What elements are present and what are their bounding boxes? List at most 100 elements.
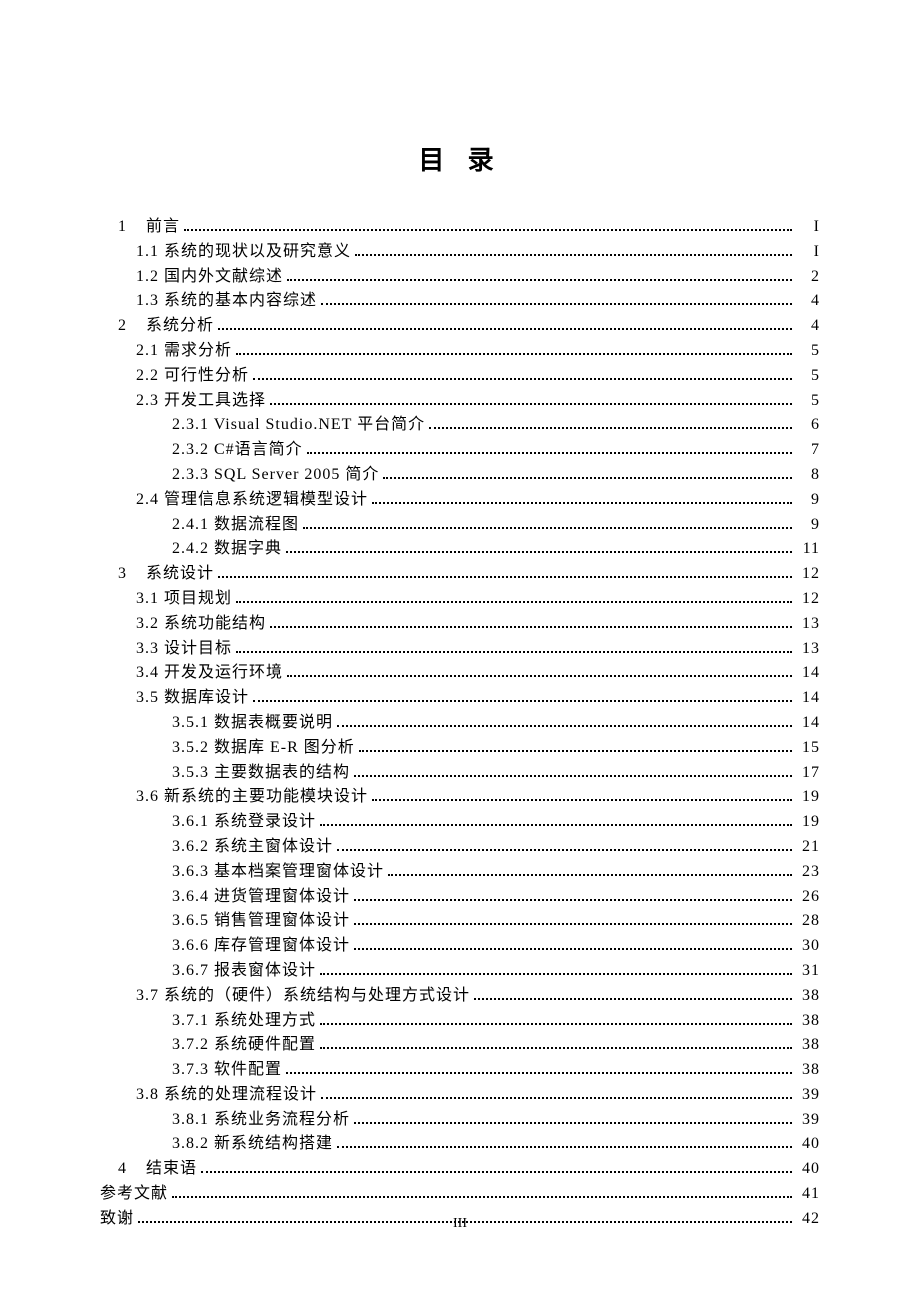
toc-leader-dots xyxy=(236,644,792,653)
toc-entry-number: 2 xyxy=(118,314,146,339)
toc-leader-dots xyxy=(383,470,792,479)
toc-entry: 3.6.3 基本档案管理窗体设计 23 xyxy=(100,860,820,885)
toc-entry-number: 3 xyxy=(118,562,146,587)
toc-entry-label: 系统设计 xyxy=(146,562,214,587)
toc-entry: 3.1 项目规划12 xyxy=(100,587,820,612)
toc-entry-page: 5 xyxy=(796,339,820,364)
toc-leader-dots xyxy=(320,1041,792,1050)
toc-entry: 参考文献41 xyxy=(100,1182,820,1207)
toc-entry: 2.1 需求分析5 xyxy=(100,339,820,364)
toc-entry: 3.8.2 新系统结构搭建 40 xyxy=(100,1132,820,1157)
toc-leader-dots xyxy=(320,966,792,975)
toc-entry-page: 14 xyxy=(796,711,820,736)
toc-entry: 2.3 开发工具选择 5 xyxy=(100,389,820,414)
toc-entry: 3.7.3 软件配置38 xyxy=(100,1058,820,1083)
toc-entry-page: 17 xyxy=(796,761,820,786)
toc-entry-number: 4 xyxy=(118,1157,146,1182)
toc-entry: 1前言 I xyxy=(100,215,820,240)
toc-leader-dots xyxy=(337,1140,792,1149)
toc-entry-page: 12 xyxy=(796,587,820,612)
toc-entry-label: 2.3.2 C#语言简介 xyxy=(172,438,303,463)
toc-entry: 3.6.1 系统登录设计19 xyxy=(100,810,820,835)
toc-entry-page: 13 xyxy=(796,637,820,662)
toc-entry-page: 5 xyxy=(796,389,820,414)
toc-entry-page: 4 xyxy=(796,289,820,314)
toc-entry-label: 3.7 系统的（硬件）系统结构与处理方式设计 xyxy=(136,984,470,1009)
toc-entry-label: 3.4 开发及运行环境 xyxy=(136,661,283,686)
toc-leader-dots xyxy=(355,247,792,256)
toc-entry-label: 2.3.1 Visual Studio.NET 平台简介 xyxy=(172,413,425,438)
toc-entry-label: 2.2 可行性分析 xyxy=(136,364,249,389)
toc-leader-dots xyxy=(354,892,792,901)
toc-leader-dots xyxy=(172,1189,792,1198)
toc-entry-page: 13 xyxy=(796,612,820,637)
toc-leader-dots xyxy=(321,297,792,306)
toc-entry-label: 2.3 开发工具选择 xyxy=(136,389,266,414)
toc-entry-page: I xyxy=(796,215,820,240)
toc-entry: 3.6.6 库存管理窗体设计 30 xyxy=(100,934,820,959)
toc-leader-dots xyxy=(372,793,792,802)
toc-leader-dots xyxy=(253,693,792,702)
toc-entry-label: 3.8.2 新系统结构搭建 xyxy=(172,1132,333,1157)
toc-entry-label: 3.5 数据库设计 xyxy=(136,686,249,711)
toc-entry: 3.3 设计目标13 xyxy=(100,637,820,662)
toc-entry-label: 2.3.3 SQL Server 2005 简介 xyxy=(172,463,379,488)
toc-entry-label: 3.6.3 基本档案管理窗体设计 xyxy=(172,860,384,885)
toc-entry-label: 3.6.5 销售管理窗体设计 xyxy=(172,909,350,934)
toc-entry: 3系统设计 12 xyxy=(100,562,820,587)
toc-leader-dots xyxy=(270,619,792,628)
toc-leader-dots xyxy=(337,842,792,851)
toc-entry-page: 7 xyxy=(796,438,820,463)
toc-leader-dots xyxy=(303,520,792,529)
toc-entry-page: 21 xyxy=(796,835,820,860)
toc-entry-page: 14 xyxy=(796,686,820,711)
toc-entry-page: 23 xyxy=(796,860,820,885)
toc-entry-label: 3.8 系统的处理流程设计 xyxy=(136,1083,317,1108)
toc-leader-dots xyxy=(388,867,792,876)
toc-leader-dots xyxy=(184,222,792,231)
toc-entry: 3.5 数据库设计 14 xyxy=(100,686,820,711)
toc-entry-page: 39 xyxy=(796,1083,820,1108)
toc-entry-page: 40 xyxy=(796,1132,820,1157)
toc-entry: 3.5.1 数据表概要说明14 xyxy=(100,711,820,736)
toc-entry-page: 12 xyxy=(796,562,820,587)
toc-entry-label: 结束语 xyxy=(146,1157,197,1182)
toc-entry-page: 41 xyxy=(796,1182,820,1207)
toc-leader-dots xyxy=(218,321,792,330)
toc-entry-label: 3.6 新系统的主要功能模块设计 xyxy=(136,785,368,810)
toc-entry: 2系统分析4 xyxy=(100,314,820,339)
toc-entry-page: 9 xyxy=(796,488,820,513)
toc-leader-dots xyxy=(253,371,792,380)
toc-entry-label: 1.3 系统的基本内容综述 xyxy=(136,289,317,314)
document-page: 目 录 1前言I1.1 系统的现状以及研究意义I1.2 国内外文献综述21.3 … xyxy=(0,0,920,1292)
toc-entry-page: 14 xyxy=(796,661,820,686)
toc-entry-label: 2.4 管理信息系统逻辑模型设计 xyxy=(136,488,368,513)
toc-entry-number: 1 xyxy=(118,215,146,240)
toc-leader-dots xyxy=(354,768,792,777)
toc-leader-dots xyxy=(372,495,792,504)
toc-entry-label: 前言 xyxy=(146,215,180,240)
toc-entry-label: 3.6.6 库存管理窗体设计 xyxy=(172,934,350,959)
toc-entry-page: 38 xyxy=(796,1058,820,1083)
toc-leader-dots xyxy=(354,917,792,926)
toc-entry-label: 3.7.2 系统硬件配置 xyxy=(172,1033,316,1058)
toc-entry-page: 30 xyxy=(796,934,820,959)
toc-entry: 2.4 管理信息系统逻辑模型设计 9 xyxy=(100,488,820,513)
toc-entry: 2.4.2 数据字典11 xyxy=(100,537,820,562)
toc-entry: 3.7 系统的（硬件）系统结构与处理方式设计38 xyxy=(100,984,820,1009)
toc-leader-dots xyxy=(321,1090,792,1099)
toc-leader-dots xyxy=(354,1115,792,1124)
toc-entry: 3.6.2 系统主窗体设计 21 xyxy=(100,835,820,860)
toc-entry: 3.7.2 系统硬件配置38 xyxy=(100,1033,820,1058)
toc-entry: 4结束语40 xyxy=(100,1157,820,1182)
table-of-contents: 1前言I1.1 系统的现状以及研究意义I1.2 国内外文献综述21.3 系统的基… xyxy=(100,215,820,1232)
toc-entry: 2.2 可行性分析5 xyxy=(100,364,820,389)
toc-entry-page: 19 xyxy=(796,810,820,835)
toc-entry: 2.3.3 SQL Server 2005 简介8 xyxy=(100,463,820,488)
toc-entry-label: 1.1 系统的现状以及研究意义 xyxy=(136,240,351,265)
toc-entry: 1.1 系统的现状以及研究意义I xyxy=(100,240,820,265)
toc-entry-label: 3.5.2 数据库 E-R 图分析 xyxy=(172,736,355,761)
toc-entry-label: 3.6.2 系统主窗体设计 xyxy=(172,835,333,860)
toc-entry: 3.7.1 系统处理方式38 xyxy=(100,1009,820,1034)
toc-entry: 3.4 开发及运行环境 14 xyxy=(100,661,820,686)
